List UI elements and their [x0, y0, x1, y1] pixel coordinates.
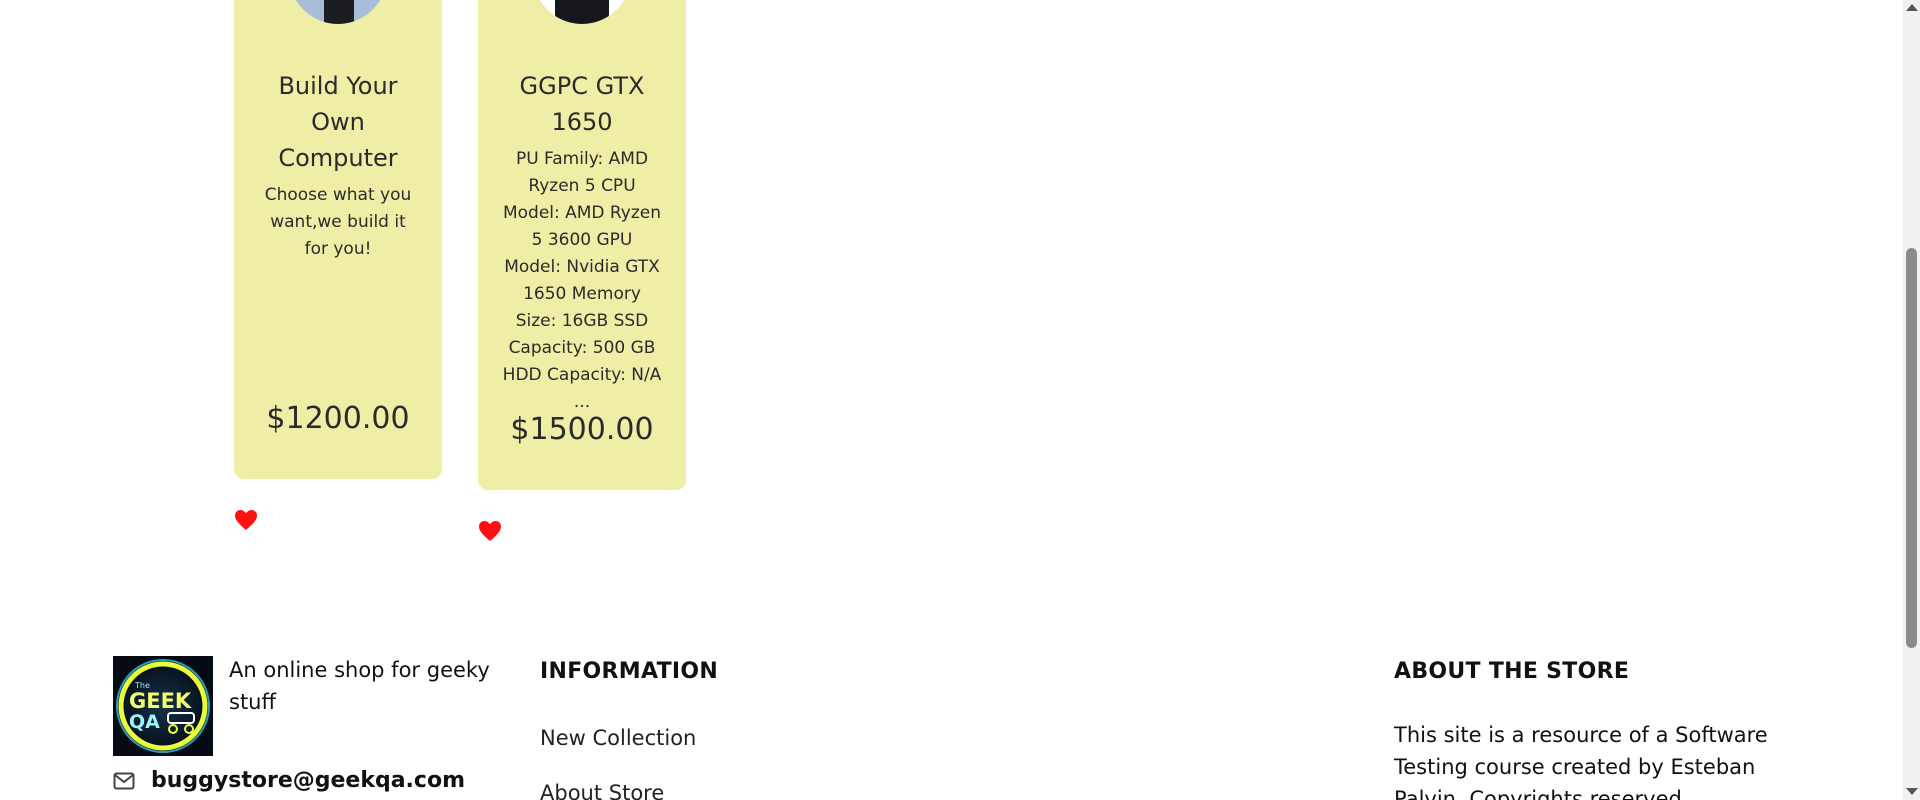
product-title[interactable]: Build Your Own Computer — [258, 68, 418, 176]
product-image[interactable] — [533, 0, 631, 24]
product-price: $1200.00 — [266, 401, 410, 436]
scroll-down-arrow-icon[interactable] — [1906, 788, 1918, 795]
logo-text-line2: QA — [129, 711, 160, 733]
scrollbar-thumb[interactable] — [1906, 248, 1917, 648]
pc-case-image — [555, 0, 609, 24]
logo-graphic: The GEEK QA — [113, 656, 213, 756]
pc-case-image — [324, 0, 354, 24]
scroll-up-arrow-icon[interactable] — [1906, 4, 1918, 11]
page: Build Your Own Computer Choose what you … — [0, 0, 1920, 800]
product-description: PU Family: AMD Ryzen 5 CPU Model: AMD Ry… — [502, 149, 662, 412]
product-description: Choose what you want,we build it for you… — [264, 185, 412, 259]
product-image[interactable] — [289, 0, 387, 24]
store-logo[interactable]: The GEEK QA — [113, 656, 213, 756]
product-card[interactable]: Build Your Own Computer Choose what you … — [234, 0, 442, 479]
product-price: $1500.00 — [510, 412, 654, 447]
logo-text-line1: GEEK — [129, 689, 192, 713]
product-title[interactable]: GGPC GTX 1650 — [502, 68, 662, 140]
about-heading: ABOUT THE STORE — [1394, 659, 1630, 684]
footer-link-about-store[interactable]: About Store — [540, 781, 664, 800]
heart-icon[interactable] — [233, 509, 259, 531]
product-card[interactable]: GGPC GTX 1650 PU Family: AMD Ryzen 5 CPU… — [478, 0, 686, 490]
footer-link-new-collection[interactable]: New Collection — [540, 726, 696, 750]
product-image-wrap — [478, 0, 686, 38]
about-text: This site is a resource of a Software Te… — [1394, 723, 1768, 800]
mail-icon — [113, 772, 135, 789]
heart-icon[interactable] — [477, 520, 503, 542]
email-contact[interactable]: buggystore@geekqa.com — [113, 768, 465, 793]
email-address[interactable]: buggystore@geekqa.com — [151, 768, 465, 793]
store-tagline: An online shop for geeky stuff — [229, 658, 490, 714]
product-image-wrap — [234, 0, 442, 38]
information-heading: INFORMATION — [540, 659, 719, 684]
vertical-scrollbar[interactable] — [1903, 0, 1920, 800]
